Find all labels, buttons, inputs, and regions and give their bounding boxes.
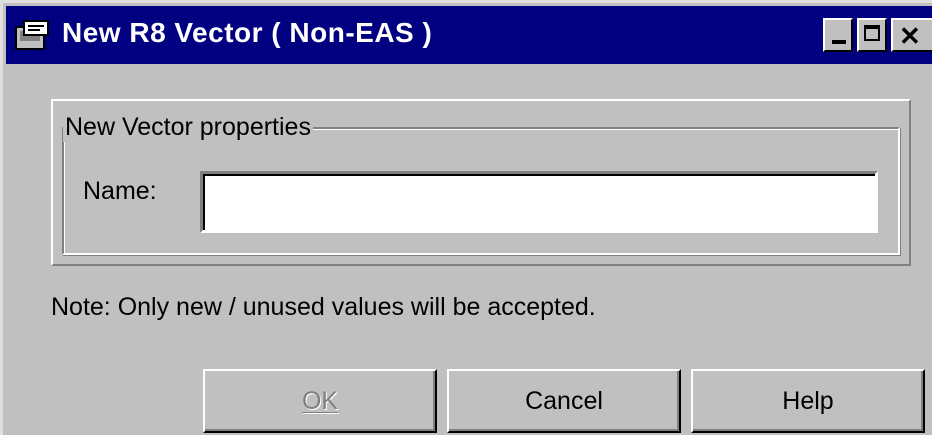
close-icon: ✕ <box>899 21 921 51</box>
window-title: New R8 Vector ( Non-EAS ) <box>62 17 433 48</box>
maximize-icon <box>864 25 880 41</box>
application-icon[interactable] <box>14 19 50 53</box>
note-text: Note: Only new / unused values will be a… <box>51 293 596 321</box>
minimize-button[interactable] <box>823 18 853 52</box>
help-button-label: Help <box>782 386 834 415</box>
dialog-window: New R8 Vector ( Non-EAS ) ✕ New Vector p… <box>0 0 932 435</box>
ok-button-label: OK <box>301 386 339 415</box>
cancel-button[interactable]: Cancel <box>447 369 681 433</box>
groupbox-legend: New Vector properties <box>63 113 313 142</box>
name-label: Name: <box>83 177 157 205</box>
minimize-icon <box>832 40 846 44</box>
help-button[interactable]: Help <box>691 369 925 433</box>
title-bar[interactable]: New R8 Vector ( Non-EAS ) ✕ <box>6 6 932 64</box>
ok-button[interactable]: OK <box>203 369 437 433</box>
cancel-button-label: Cancel <box>525 386 603 415</box>
maximize-button[interactable] <box>857 18 887 52</box>
close-button[interactable]: ✕ <box>891 18 932 52</box>
name-input[interactable] <box>200 171 878 233</box>
